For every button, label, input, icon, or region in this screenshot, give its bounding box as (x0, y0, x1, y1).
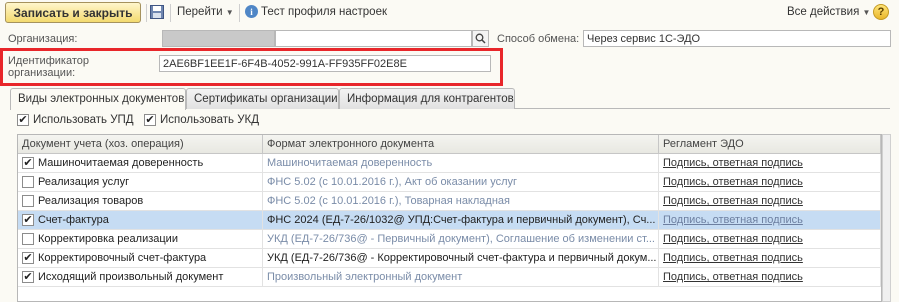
document-cell: ✔ Счет-фактура (18, 211, 263, 229)
search-icon (475, 33, 486, 44)
tab-document-types[interactable]: Виды электронных документов (10, 88, 186, 110)
regulation-cell: Подпись, ответная подпись (659, 249, 881, 267)
use-upd-checkbox[interactable]: ✔ (17, 114, 29, 126)
regulation-link[interactable]: Подпись, ответная подпись (663, 195, 803, 207)
check-icon: ✔ (23, 251, 33, 264)
row-checkbox[interactable] (22, 176, 34, 188)
save-icon[interactable] (150, 5, 164, 19)
test-profile-button[interactable]: Тест профиля настроек (261, 6, 387, 18)
document-cell: ✔ Машиночитаемая доверенность (18, 154, 263, 172)
table-row[interactable]: ✔ Корректировочный счет-фактура УКД (ЕД-7-… (18, 249, 881, 268)
document-name: Корректировочный счет-фактура (38, 252, 207, 264)
regulation-link[interactable]: Подпись, ответная подпись (663, 214, 803, 226)
row-checkbox[interactable]: ✔ (22, 157, 34, 169)
use-ukd-checkbox[interactable]: ✔ (144, 114, 156, 126)
id-label: Идентификатор организации: (8, 55, 89, 79)
chevron-down-icon: ▼ (225, 8, 234, 17)
check-icon: ✔ (23, 156, 33, 169)
org-label: Организация: (8, 33, 78, 45)
regulation-cell: Подпись, ответная подпись (659, 268, 881, 286)
document-name: Реализация услуг (38, 176, 130, 188)
document-cell: ✔ Корректировочный счет-фактура (18, 249, 263, 267)
org-id-field[interactable]: 2AE6BF1EE1F-6F4B-4052-991A-FF935FF02E8E (159, 55, 491, 72)
row-checkbox[interactable] (22, 233, 34, 245)
regulation-cell: Подпись, ответная подпись (659, 173, 881, 191)
exchange-field[interactable]: Через сервис 1С-ЭДО (583, 30, 891, 47)
org-select-button[interactable] (472, 30, 489, 47)
table-header: Документ учета (хоз. операция) Формат эл… (18, 135, 881, 154)
format-cell[interactable]: Машиночитаемая доверенность (263, 154, 659, 172)
table-row[interactable]: Реализация услуг ФНС 5.02 (с 10.01.2016 г… (18, 173, 881, 192)
table-row[interactable]: ✔ Исходящий произвольный документ Произвол… (18, 268, 881, 287)
all-actions-menu[interactable]: Все действия ▼ (787, 6, 870, 18)
chevron-down-icon: ▼ (862, 8, 871, 17)
tab-counterparty-info[interactable]: Информация для контрагентов (339, 88, 515, 109)
toolbar-separator (239, 4, 240, 22)
check-icon: ✔ (145, 113, 155, 126)
format-cell[interactable]: УКД (ЕД-7-26/736@ - Первичный документ),… (263, 230, 659, 248)
row-checkbox[interactable]: ✔ (22, 252, 34, 264)
format-cell[interactable]: ФНС 5.02 (с 10.01.2016 г.), Товарная нак… (263, 192, 659, 210)
regulation-link[interactable]: Подпись, ответная подпись (663, 271, 803, 283)
use-ukd-option[interactable]: ✔ Использовать УКД (144, 114, 259, 126)
use-upd-option[interactable]: ✔ Использовать УПД (17, 114, 134, 126)
all-actions-label: Все действия (787, 6, 860, 18)
check-icon: ✔ (23, 213, 33, 226)
format-cell[interactable]: УКД (ЕД-7-26/736@ - Корректировочный сче… (263, 249, 659, 267)
document-name: Счет-фактура (38, 214, 109, 226)
column-header-regulation[interactable]: Регламент ЭДО (659, 135, 881, 153)
table-row[interactable]: Корректировка реализации УКД (ЕД-7-26/736… (18, 230, 881, 249)
column-header-format[interactable]: Формат электронного документа (263, 135, 659, 153)
regulation-link[interactable]: Подпись, ответная подпись (663, 157, 803, 169)
document-types-table: Документ учета (хоз. операция) Формат эл… (17, 134, 882, 302)
exchange-label: Способ обмена: (497, 33, 580, 45)
document-cell: Корректировка реализации (18, 230, 263, 248)
regulation-link[interactable]: Подпись, ответная подпись (663, 233, 803, 245)
document-name: Исходящий произвольный документ (38, 271, 224, 283)
table-row[interactable]: ✔ Счет-фактура ФНС 2024 (ЕД-7-26/1032@ УПД… (18, 211, 881, 230)
document-name: Реализация товаров (38, 195, 144, 207)
check-icon: ✔ (23, 270, 33, 283)
id-label-line1: Идентификатор (8, 55, 89, 67)
id-label-line2: организации: (8, 67, 76, 79)
goto-label: Перейти (177, 6, 223, 18)
document-name: Машиночитаемая доверенность (38, 157, 204, 169)
format-cell[interactable]: ФНС 5.02 (с 10.01.2016 г.), Акт об оказа… (263, 173, 659, 191)
help-icon[interactable]: ? (873, 4, 889, 20)
tab-certificates[interactable]: Сертификаты организации (186, 88, 339, 109)
format-cell[interactable]: Произвольный электронный документ (263, 268, 659, 286)
use-upd-label: Использовать УПД (33, 114, 134, 126)
use-ukd-label: Использовать УКД (160, 114, 259, 126)
row-checkbox[interactable] (22, 195, 34, 207)
regulation-cell: Подпись, ответная подпись (659, 230, 881, 248)
toolbar-separator (170, 4, 171, 22)
info-icon: i (245, 5, 258, 18)
regulation-link[interactable]: Подпись, ответная подпись (663, 252, 803, 264)
document-name: Корректировка реализации (38, 233, 178, 245)
org-field-masked[interactable] (162, 30, 275, 47)
regulation-cell: Подпись, ответная подпись (659, 154, 881, 172)
save-and-close-button[interactable]: Записать и закрыть (5, 2, 141, 23)
toolbar-separator (146, 4, 147, 22)
regulation-link[interactable]: Подпись, ответная подпись (663, 176, 803, 188)
vertical-scrollbar[interactable] (882, 134, 891, 302)
table-body: ✔ Машиночитаемая доверенность Машиночитаем… (18, 154, 881, 287)
format-cell[interactable]: ФНС 2024 (ЕД-7-26/1032@ УПД:Счет-фактура… (263, 211, 659, 229)
document-cell: Реализация товаров (18, 192, 263, 210)
regulation-cell: Подпись, ответная подпись (659, 211, 881, 229)
column-header-document[interactable]: Документ учета (хоз. операция) (18, 135, 263, 153)
goto-menu[interactable]: Перейти ▼ (177, 6, 234, 18)
document-cell: Реализация услуг (18, 173, 263, 191)
org-field[interactable] (275, 30, 472, 47)
table-row[interactable]: ✔ Машиночитаемая доверенность Машиночитаем… (18, 154, 881, 173)
regulation-cell: Подпись, ответная подпись (659, 192, 881, 210)
check-icon: ✔ (18, 113, 28, 126)
row-checkbox[interactable]: ✔ (22, 214, 34, 226)
table-row[interactable]: Реализация товаров ФНС 5.02 (с 10.01.2016… (18, 192, 881, 211)
row-checkbox[interactable]: ✔ (22, 271, 34, 283)
document-cell: ✔ Исходящий произвольный документ (18, 268, 263, 286)
